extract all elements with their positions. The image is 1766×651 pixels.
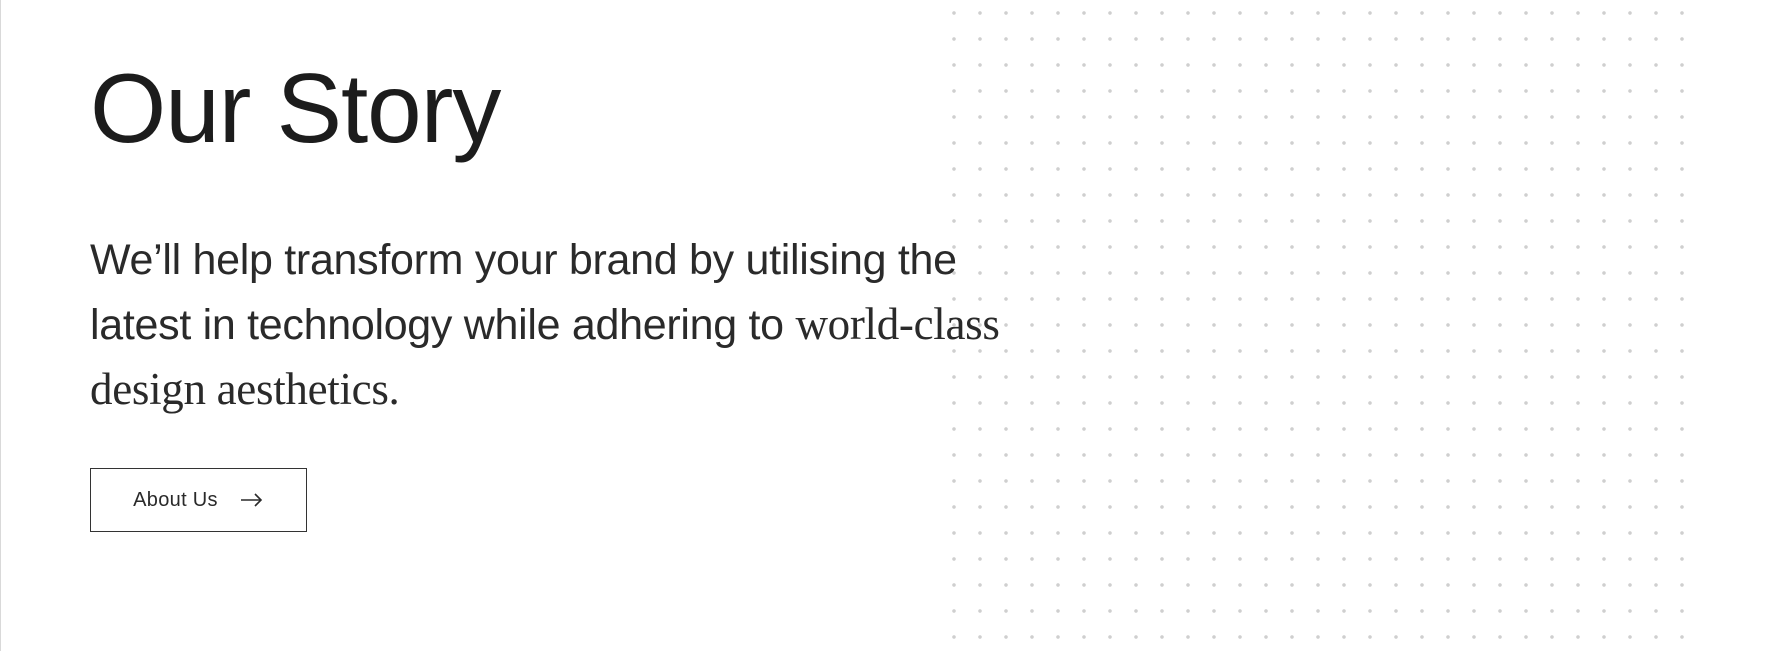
page-title: Our Story — [90, 53, 501, 163]
about-us-button-label: About Us — [133, 488, 218, 511]
dot-grid-pattern — [941, 0, 1697, 651]
arrow-right-icon — [240, 492, 264, 508]
our-story-section: Our Story We’ll help transform your bran… — [0, 0, 1766, 651]
about-us-button[interactable]: About Us — [90, 468, 307, 532]
story-description: We’ll help transform your brand by utili… — [90, 228, 1050, 422]
